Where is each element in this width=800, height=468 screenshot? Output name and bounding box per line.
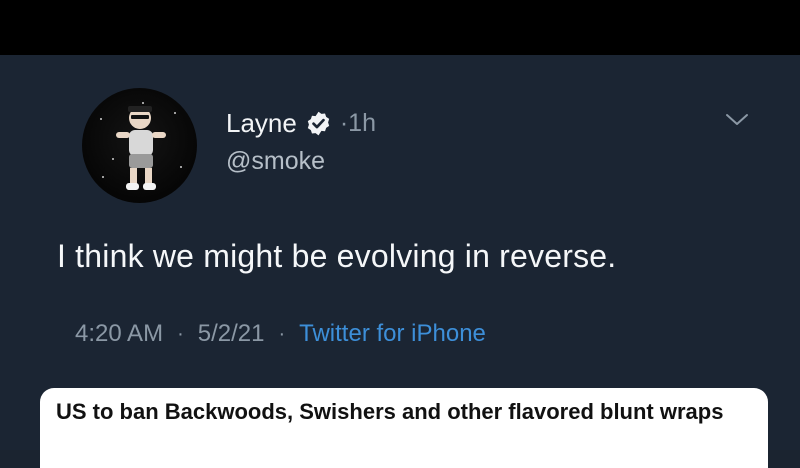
tweet-date[interactable]: 5/2/21	[198, 320, 265, 348]
top-black-bar	[0, 0, 800, 55]
news-card[interactable]: US to ban Backwoods, Swishers and other …	[40, 388, 768, 468]
tweet-source-link[interactable]: Twitter for iPhone	[299, 320, 486, 348]
avatar[interactable]	[82, 88, 197, 203]
author-name[interactable]: Layne	[226, 108, 297, 139]
news-card-title: US to ban Backwoods, Swishers and other …	[56, 399, 724, 424]
tweet-header: Layne ·1h	[226, 108, 376, 139]
tweet-text: I think we might be evolving in reverse.	[57, 238, 617, 274]
dot-separator: ·	[339, 109, 349, 137]
timestamp-relative: ·1h	[340, 109, 376, 138]
meta-separator: ·	[177, 322, 184, 345]
tweet-meta: 4:20 AM · 5/2/21 · Twitter for iPhone	[75, 320, 486, 348]
avatar-figure-icon	[116, 106, 166, 190]
meta-separator: ·	[278, 322, 286, 345]
verified-badge-icon	[307, 111, 330, 136]
tweet-time[interactable]: 4:20 AM	[75, 320, 163, 348]
time-ago: 1h	[348, 109, 376, 137]
chevron-down-icon[interactable]	[724, 110, 750, 130]
author-handle[interactable]: @smoke	[226, 147, 325, 176]
